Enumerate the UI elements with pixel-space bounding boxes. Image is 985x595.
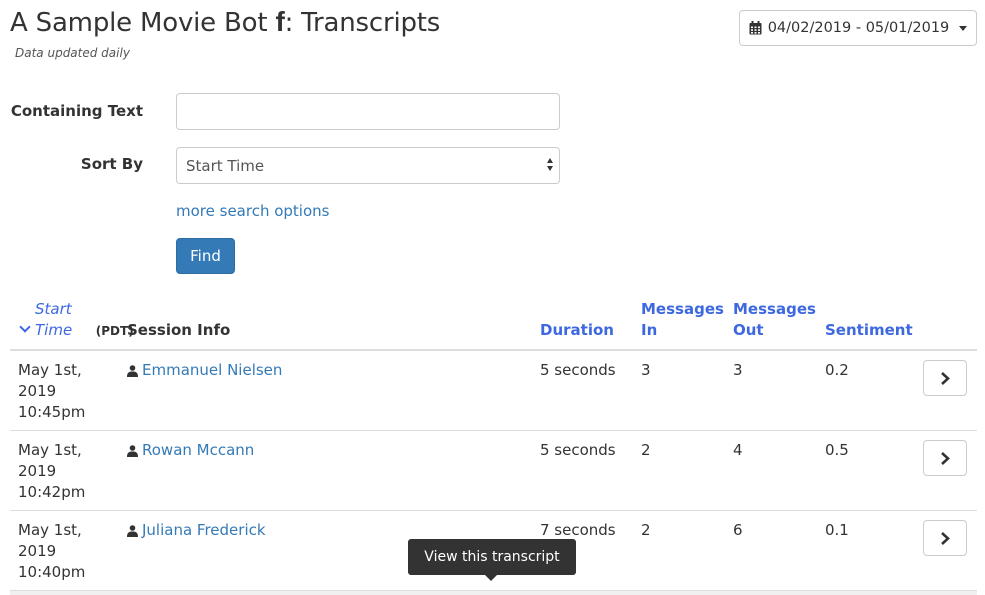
- user-name-link[interactable]: Emmanuel Nielsen: [142, 360, 282, 381]
- start-time-cell: May 1st, 2019 10:42pm: [18, 440, 108, 503]
- user-icon: [127, 444, 138, 457]
- start-time-cell: May 1st, 2019 10:40pm: [18, 520, 108, 583]
- start-date: May 1st, 2019: [18, 521, 82, 560]
- facebook-icon: f: [275, 6, 285, 37]
- column-header-start-time[interactable]: Start Time (PDT): [18, 299, 134, 342]
- page-title-suffix: : Transcripts: [284, 8, 441, 38]
- containing-text-label: Containing Text: [10, 102, 143, 120]
- sort-by-value: Start Time: [186, 156, 265, 175]
- start-clock: 10:45pm: [18, 403, 86, 421]
- column-header-duration[interactable]: Duration: [540, 320, 614, 341]
- messages-out-cell: 6: [733, 521, 743, 539]
- containing-text-input[interactable]: [176, 93, 560, 130]
- user-name-link[interactable]: Juliana Frederick: [142, 520, 266, 541]
- date-range-text: 04/02/2019 - 05/01/2019: [767, 20, 950, 36]
- caret-down-icon: [959, 25, 968, 31]
- view-transcript-button[interactable]: [923, 440, 967, 476]
- column-header-sentiment[interactable]: Sentiment: [825, 320, 913, 341]
- session-info-cell: Emmanuel Nielsen: [127, 360, 282, 381]
- column-header-session-info: Session Info: [127, 321, 231, 339]
- start-date: May 1st, 2019: [18, 441, 82, 480]
- user-icon: [127, 364, 138, 377]
- sort-by-label: Sort By: [80, 155, 143, 173]
- select-arrows-icon: [547, 158, 553, 171]
- column-header-messages-in[interactable]: Messages In: [641, 299, 724, 341]
- view-transcript-button[interactable]: [923, 360, 967, 396]
- start-clock: 10:40pm: [18, 563, 86, 581]
- view-transcript-button[interactable]: [923, 520, 967, 556]
- duration-cell: 7 seconds: [540, 521, 616, 539]
- date-range-picker[interactable]: 04/02/2019 - 05/01/2019: [739, 10, 977, 46]
- find-button[interactable]: Find: [176, 238, 235, 274]
- start-time-header-text: Start Time: [35, 300, 73, 339]
- more-search-options-link[interactable]: more search options: [176, 202, 329, 220]
- user-name-link[interactable]: Rowan Mccann: [142, 440, 254, 461]
- start-clock: 10:42pm: [18, 483, 86, 501]
- session-info-cell: Juliana Frederick: [127, 520, 266, 541]
- sentiment-cell: 0.1: [825, 521, 849, 539]
- messages-out-cell: 3: [733, 361, 743, 379]
- sentiment-cell: 0.2: [825, 361, 849, 379]
- chevron-right-icon: [941, 451, 950, 465]
- view-transcript-tooltip: View this transcript: [408, 539, 576, 581]
- table-row: May 1st, 2019 10:45pm Emmanuel Nielsen 5 …: [10, 351, 977, 431]
- start-date: May 1st, 2019: [18, 361, 82, 400]
- table-row: May 1st, 2019 10:42pm Rowan Mccann 5 seco…: [10, 431, 977, 511]
- messages-in-cell: 2: [641, 441, 651, 459]
- data-update-note: Data updated daily: [15, 46, 130, 60]
- user-icon: [127, 524, 138, 537]
- sentiment-cell: 0.5: [825, 441, 849, 459]
- chevron-down-icon: [19, 321, 31, 333]
- chevron-right-icon: [941, 371, 950, 385]
- chevron-right-icon: [941, 531, 950, 545]
- sort-by-select[interactable]: Start Time: [176, 147, 560, 184]
- table-bottom-strip: [10, 591, 977, 595]
- duration-cell: 5 seconds: [540, 361, 616, 379]
- bot-name: A Sample Movie Bot: [10, 8, 268, 38]
- messages-out-cell: 4: [733, 441, 743, 459]
- session-info-cell: Rowan Mccann: [127, 440, 254, 461]
- messages-in-cell: 3: [641, 361, 651, 379]
- column-header-messages-out[interactable]: Messages Out: [733, 299, 816, 341]
- duration-cell: 5 seconds: [540, 441, 616, 459]
- calendar-icon: [749, 21, 762, 35]
- start-time-cell: May 1st, 2019 10:45pm: [18, 360, 108, 423]
- messages-in-cell: 2: [641, 521, 651, 539]
- page-title: A Sample Movie Bot f: Transcripts: [10, 6, 440, 38]
